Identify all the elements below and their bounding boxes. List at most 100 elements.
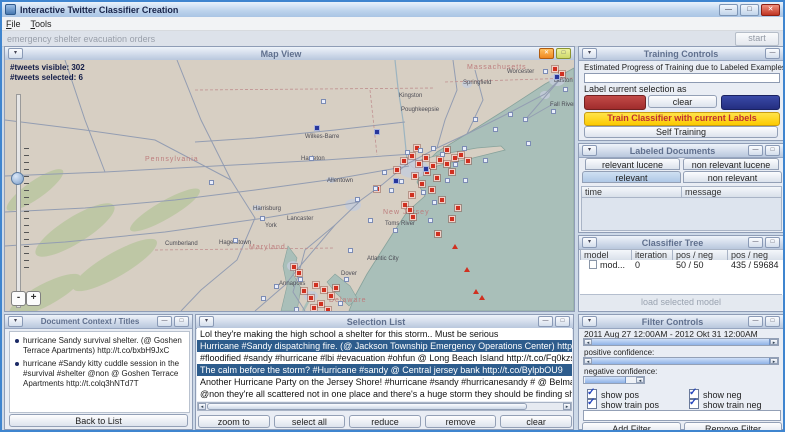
self-training-button[interactable]: Self Training <box>584 126 778 138</box>
tweet-marker[interactable] <box>344 277 349 282</box>
tweet-marker-pos[interactable] <box>318 301 324 307</box>
selection-row[interactable]: Another Hurricane Party on the Jersey Sh… <box>197 376 572 388</box>
tweet-marker-pos[interactable] <box>430 163 436 169</box>
tweet-marker[interactable] <box>563 87 568 92</box>
float-icon[interactable]: ✕ <box>539 48 554 59</box>
tweet-marker[interactable] <box>428 218 433 223</box>
tweet-marker-pos[interactable] <box>311 305 317 311</box>
tweet-marker-pos[interactable] <box>458 152 464 158</box>
panel-menu-icon[interactable]: ▾ <box>582 48 597 59</box>
show-train-neg-checkbox[interactable]: show train neg <box>689 399 762 410</box>
panel-menu-icon[interactable]: ▾ <box>582 316 597 327</box>
tweet-marker[interactable] <box>233 238 238 243</box>
selection-row[interactable]: @non they're all scattered not in one pl… <box>197 388 572 400</box>
tweet-marker[interactable] <box>543 69 548 74</box>
model-cell[interactable]: mod... <box>586 260 635 271</box>
tweet-marker[interactable] <box>462 146 467 151</box>
tweet-marker[interactable] <box>373 186 378 191</box>
tweet-marker[interactable] <box>421 190 426 195</box>
tweet-marker[interactable] <box>355 197 360 202</box>
title-bar[interactable]: Interactive Twitter Classifier Creation … <box>2 2 783 18</box>
minimize-panel-icon[interactable]: — <box>157 316 172 327</box>
panel-menu-icon[interactable]: ▾ <box>8 48 23 59</box>
select-all-button[interactable]: select all <box>274 415 346 428</box>
clear-button[interactable]: clear <box>500 415 572 428</box>
minimize-button[interactable]: — <box>719 4 738 16</box>
scroll-right-icon[interactable]: ▸ <box>563 403 571 410</box>
slider-right-icon[interactable]: ▸ <box>770 358 778 364</box>
tweet-marker[interactable] <box>348 248 353 253</box>
tweet-marker[interactable] <box>368 218 373 223</box>
tweet-marker[interactable] <box>298 277 303 282</box>
tweet-marker-pos[interactable] <box>455 205 461 211</box>
tweet-marker[interactable] <box>432 200 437 205</box>
tweet-marker-pos[interactable] <box>313 282 319 288</box>
tweet-marker-pos[interactable] <box>437 157 443 163</box>
zoom-to-button[interactable]: zoom to <box>198 415 270 428</box>
tweet-marker-neg[interactable] <box>423 166 429 172</box>
tweet-marker-flag[interactable] <box>473 289 479 294</box>
selection-row[interactable]: The calm before the storm? #Hurricane #s… <box>197 364 572 376</box>
tweet-marker-pos[interactable] <box>410 214 416 220</box>
scroll-thumb[interactable] <box>207 403 527 410</box>
slider-right-icon[interactable]: ◂ <box>636 377 644 383</box>
slider-left-icon[interactable]: ◂ <box>584 358 592 364</box>
tweet-marker[interactable] <box>508 112 513 117</box>
minimize-panel-icon[interactable]: — <box>748 316 763 327</box>
maximize-panel-icon[interactable]: □ <box>174 316 189 327</box>
map-zoom-slider[interactable] <box>16 94 21 308</box>
tweet-marker[interactable] <box>473 117 478 122</box>
date-range-slider[interactable]: ◂ ▸ <box>583 338 779 346</box>
tab-relevant-lucene[interactable]: relevant lucene <box>585 158 680 170</box>
tweet-marker[interactable] <box>431 146 436 151</box>
remove-button[interactable]: remove <box>425 415 497 428</box>
minimize-panel-icon[interactable]: — <box>765 48 780 59</box>
close-button[interactable]: ✕ <box>761 4 780 16</box>
tweet-marker[interactable] <box>389 188 394 193</box>
tab-non-relevant[interactable]: non relevant <box>683 171 782 183</box>
tweet-marker[interactable] <box>440 152 445 157</box>
positive-confidence-slider[interactable]: ◂ ▸ <box>583 357 779 365</box>
tweet-marker[interactable] <box>526 141 531 146</box>
menu-tools[interactable]: Tools <box>31 19 52 29</box>
tweet-marker-pos[interactable] <box>321 287 327 293</box>
tweet-marker[interactable] <box>483 158 488 163</box>
filter-input[interactable] <box>583 410 781 421</box>
maximize-button[interactable]: □ <box>740 4 759 16</box>
tweet-marker[interactable] <box>493 127 498 132</box>
tab-non-relevant-lucene[interactable]: non relevant lucene <box>683 158 779 170</box>
tweet-marker-pos[interactable] <box>308 295 314 301</box>
tweet-marker[interactable] <box>294 307 299 311</box>
panel-menu-icon[interactable]: ▾ <box>199 316 214 327</box>
menu-file[interactable]: File <box>6 19 21 29</box>
tweet-marker-pos[interactable] <box>409 192 415 198</box>
tweet-marker-pos[interactable] <box>449 216 455 222</box>
pos-neg-class-cell[interactable]: 435 / 59684 <box>728 260 785 271</box>
map-zoom-out-button[interactable]: - <box>11 291 26 306</box>
tweet-marker-neg[interactable] <box>393 178 399 184</box>
panel-menu-icon[interactable]: ▾ <box>8 316 23 327</box>
tweet-marker[interactable] <box>382 170 387 175</box>
maximize-panel-icon[interactable]: □ <box>765 316 780 327</box>
tweet-marker-pos[interactable] <box>325 307 331 311</box>
tweet-marker-pos[interactable] <box>401 158 407 164</box>
tweet-marker[interactable] <box>445 178 450 183</box>
reduce-button[interactable]: reduce <box>349 415 421 428</box>
search-input[interactable] <box>5 32 735 46</box>
slider-right-icon[interactable]: ▸ <box>770 339 778 345</box>
slider-left-icon[interactable]: ◂ <box>584 339 592 345</box>
tweet-marker-pos[interactable] <box>412 173 418 179</box>
tweet-marker-pos[interactable] <box>444 161 450 167</box>
iteration-cell[interactable]: 0 <box>632 260 675 271</box>
train-classifier-button[interactable]: Train Classifier with current Labels <box>584 112 780 126</box>
negative-confidence-slider[interactable]: ◂ <box>583 376 645 384</box>
tweet-marker-neg[interactable] <box>554 74 560 80</box>
tweet-marker-pos[interactable] <box>419 181 425 187</box>
restore-icon[interactable]: □ <box>556 48 571 59</box>
tweet-marker-pos[interactable] <box>465 158 471 164</box>
tweet-marker[interactable] <box>209 180 214 185</box>
minimize-panel-icon[interactable]: — <box>748 237 763 248</box>
back-to-list-button[interactable]: Back to List <box>9 414 188 427</box>
tweet-marker-flag[interactable] <box>479 295 485 300</box>
tweet-marker-pos[interactable] <box>439 197 445 203</box>
